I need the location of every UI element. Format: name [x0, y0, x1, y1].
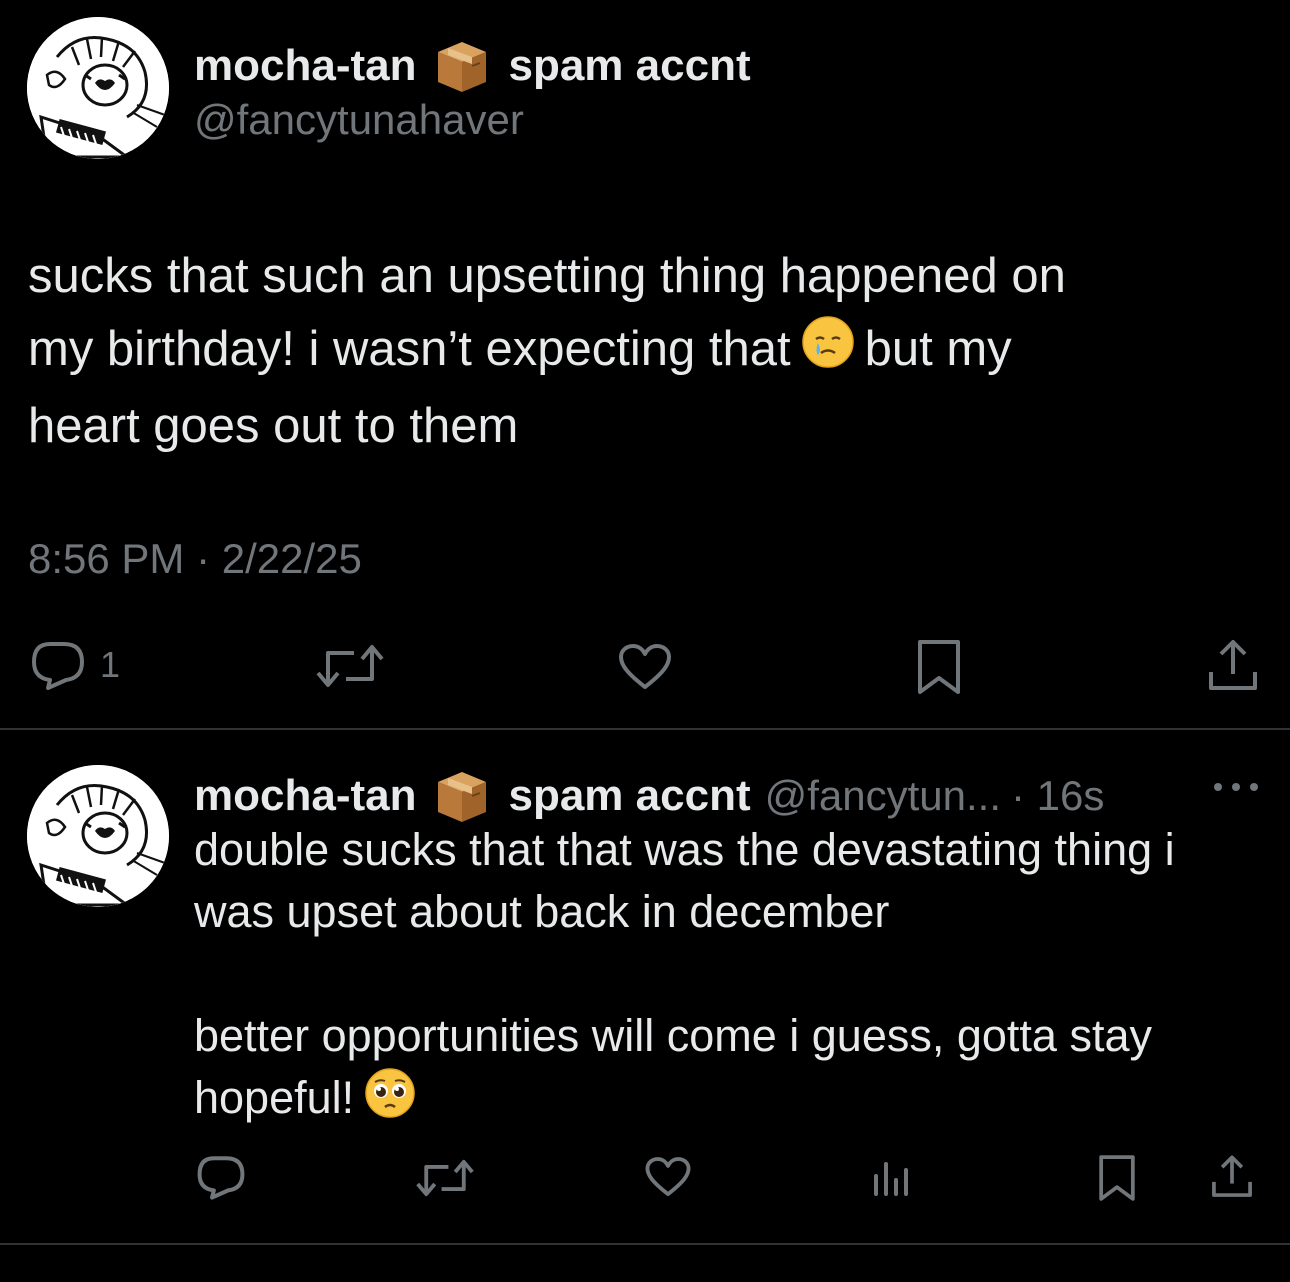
reply-text: double sucks that that was the devastati… — [194, 824, 1175, 1123]
views-chart-icon — [872, 1158, 912, 1198]
bookmark-button[interactable] — [915, 638, 963, 696]
retweet-icon — [316, 643, 384, 689]
display-name[interactable]: mocha-tan — [194, 44, 416, 88]
author-name-line: mocha-tan spam accnt @fancytun... · 16s — [194, 766, 1104, 826]
reply-icon — [30, 640, 86, 690]
reply-count: 1 — [100, 644, 121, 685]
share-button[interactable] — [1209, 1154, 1255, 1200]
reply-button[interactable]: 1 — [30, 640, 120, 690]
avatar[interactable] — [27, 765, 169, 907]
package-box-emoji — [432, 36, 492, 96]
tweet-text: sucks that such an upsetting thing happe… — [28, 240, 1248, 463]
retweet-button[interactable] — [316, 643, 384, 689]
reply-button[interactable] — [196, 1154, 246, 1200]
retweet-icon — [416, 1158, 474, 1198]
display-name-suffix[interactable]: spam accnt — [508, 774, 750, 818]
share-icon — [1209, 1154, 1255, 1200]
share-icon — [1205, 638, 1261, 694]
heart-icon — [617, 643, 673, 691]
tweet-timestamp[interactable]: 8:56 PM · 2/22/25 — [28, 535, 362, 583]
reply-icon — [196, 1154, 246, 1200]
retweet-button[interactable] — [416, 1158, 474, 1198]
like-button[interactable] — [617, 643, 673, 691]
display-name-suffix[interactable]: spam accnt — [508, 44, 750, 88]
tweet-divider — [0, 1243, 1290, 1245]
package-box-emoji — [432, 766, 492, 826]
share-button[interactable] — [1205, 638, 1261, 694]
face-holding-back-tears-emoji — [801, 315, 855, 390]
user-handle[interactable]: @fancytun... — [765, 775, 1001, 817]
bookmark-icon — [915, 638, 963, 696]
more-dots-icon[interactable] — [1212, 780, 1260, 799]
tweet-time-ago[interactable]: · 16s — [1011, 775, 1104, 817]
views-button[interactable] — [872, 1158, 912, 1198]
display-name[interactable]: mocha-tan — [194, 774, 416, 818]
bookmark-button[interactable] — [1097, 1153, 1137, 1203]
tweet-text: double sucks that that was the devastati… — [194, 819, 1274, 1135]
like-button[interactable] — [644, 1156, 692, 1198]
author-name-line: mocha-tan spam accnt — [194, 36, 751, 96]
bookmark-icon — [1097, 1153, 1137, 1203]
user-handle[interactable]: @fancytunahaver — [194, 96, 524, 144]
pleading-face-emoji — [364, 1067, 416, 1135]
avatar[interactable] — [27, 17, 169, 159]
tweet-divider — [0, 728, 1290, 730]
heart-icon — [644, 1156, 692, 1198]
